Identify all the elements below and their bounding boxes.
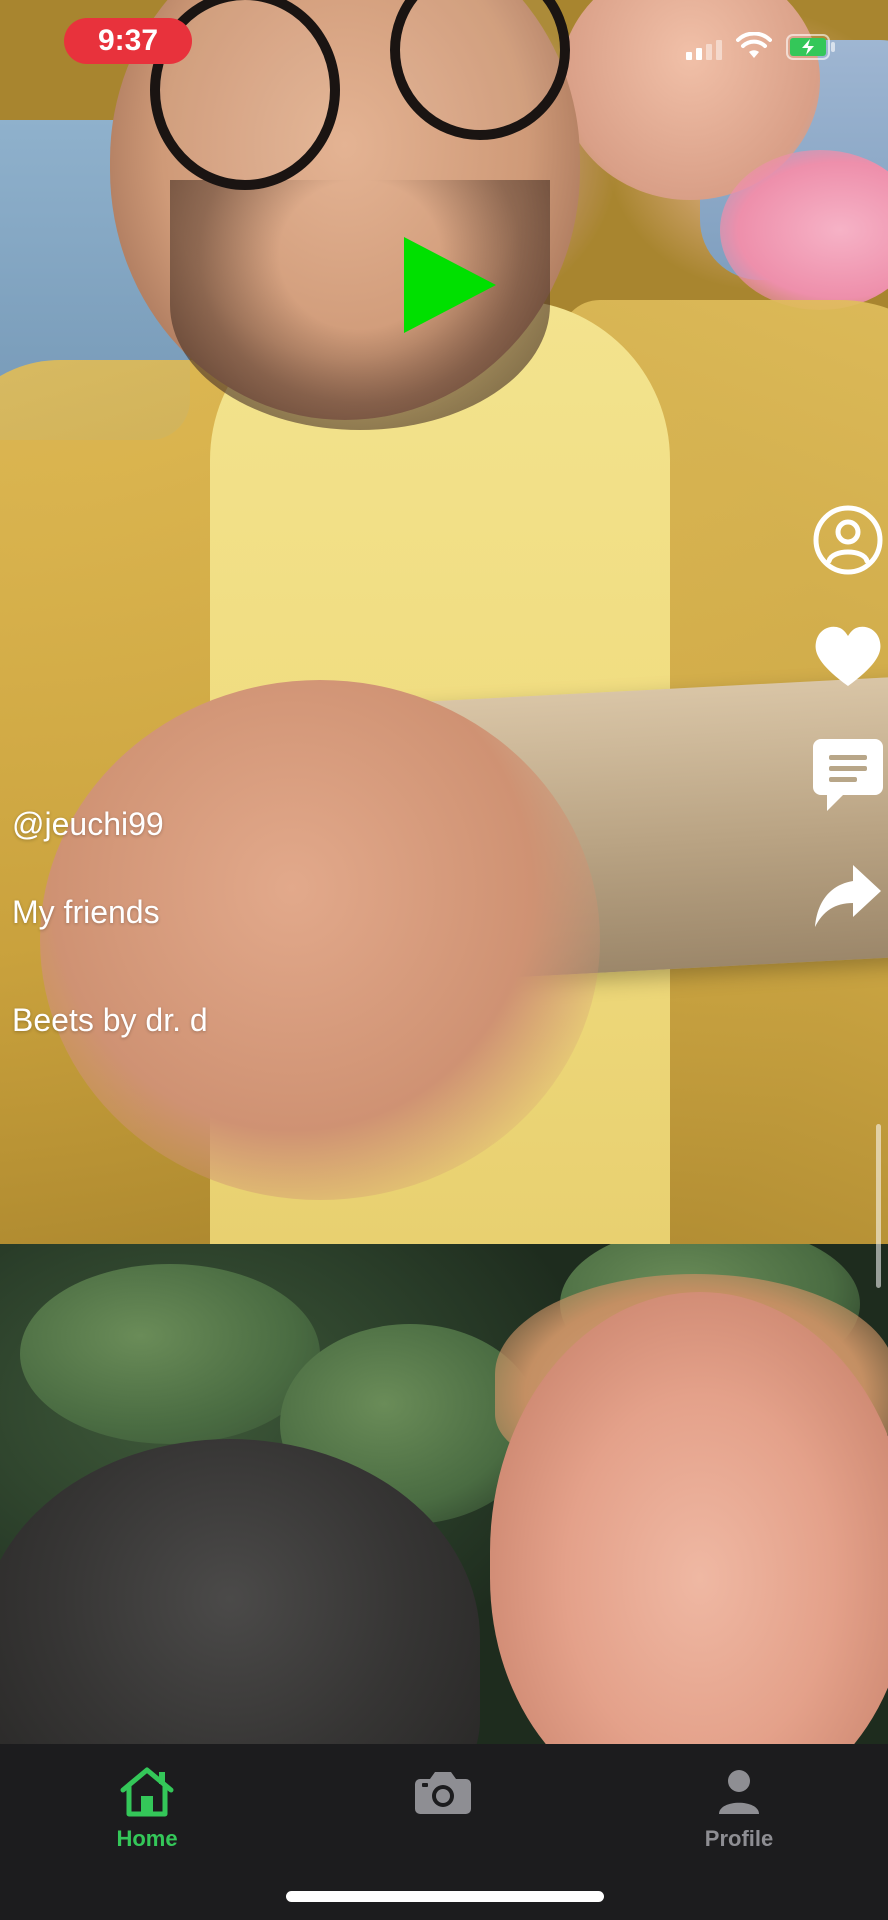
share-icon [815, 865, 881, 927]
tab-camera[interactable] [363, 1764, 523, 1864]
tab-profile[interactable]: Profile [659, 1764, 819, 1864]
comment-button[interactable] [808, 736, 888, 816]
video-player-current[interactable] [0, 0, 888, 1244]
video-frame-shape [40, 680, 600, 1200]
cellular-signal-icon [686, 40, 722, 60]
scroll-indicator [876, 1124, 881, 1288]
comment-icon [813, 739, 883, 811]
profile-action-button[interactable] [808, 500, 888, 580]
video-username[interactable]: @jeuchi99 [12, 806, 164, 843]
tab-home-label: Home [116, 1826, 178, 1851]
video-title: My friends [12, 894, 160, 930]
camera-icon [413, 1764, 473, 1820]
app-screen: 9:37 @jeuchi99 My friends Beets by dr. d… [0, 0, 888, 1920]
user-circle-icon [813, 505, 883, 575]
tab-home[interactable]: Home [67, 1764, 227, 1864]
share-button[interactable] [808, 856, 888, 936]
video-song[interactable]: Beets by dr. d [12, 1002, 208, 1039]
like-button[interactable] [808, 616, 888, 696]
play-icon[interactable] [400, 235, 500, 335]
tab-profile-label: Profile [704, 1826, 774, 1851]
video-player-next[interactable] [0, 1244, 888, 1744]
battery-charging-icon [786, 34, 835, 60]
home-icon [117, 1764, 177, 1820]
person-icon [709, 1764, 769, 1820]
status-time: 9:37 [64, 18, 192, 64]
wifi-icon [736, 32, 772, 58]
status-bar: 9:37 [0, 0, 888, 90]
home-indicator [286, 1891, 604, 1902]
video-frame-shape [20, 1264, 320, 1444]
heart-icon [815, 626, 881, 686]
